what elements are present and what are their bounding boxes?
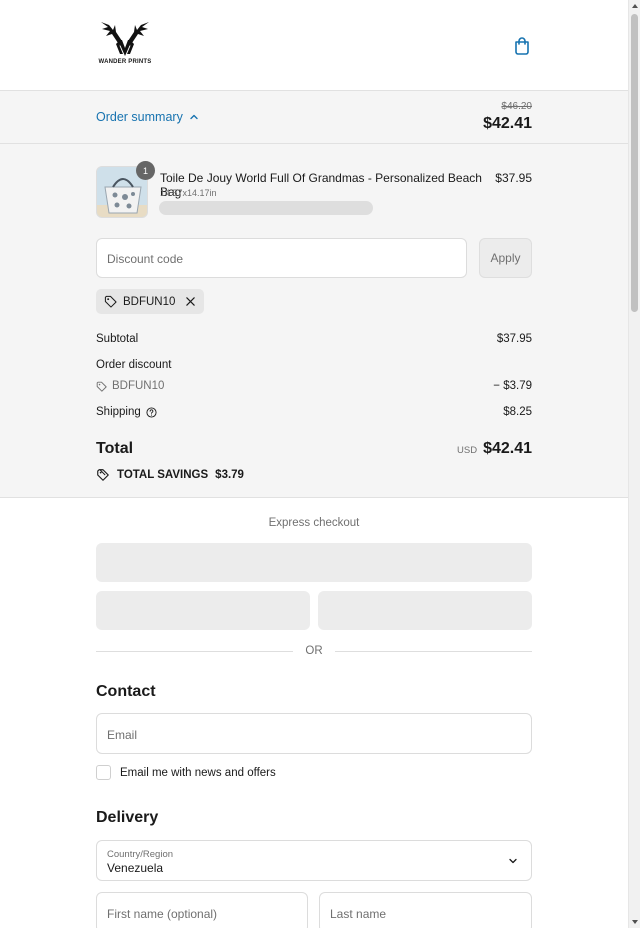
email-field[interactable]: Email	[96, 713, 532, 754]
shipping-value: $8.25	[503, 406, 532, 418]
country-select[interactable]: Country/Region Venezuela	[96, 840, 532, 881]
applied-discount-chip: BDFUN10	[96, 289, 205, 314]
summary-total-price: $42.41	[483, 115, 532, 132]
product-loading-skeleton	[159, 201, 373, 215]
contact-heading: Contact	[96, 683, 156, 700]
email-placeholder: Email	[107, 728, 138, 742]
checkout-page: WANDER PRINTS Order summary $46.20 $42.4…	[0, 0, 628, 928]
subtotal-line: Subtotal $37.95	[96, 333, 532, 345]
product-variant: 14.57x14.17in	[160, 188, 217, 198]
country-label: Country/Region	[107, 849, 174, 860]
close-icon[interactable]	[185, 296, 196, 307]
discount-code-line: BDFUN10 − $3.79	[96, 380, 532, 392]
order-summary: Order summary $46.20 $42.41	[0, 91, 628, 498]
last-name-placeholder: Last name	[330, 907, 387, 921]
newsletter-checkbox[interactable]	[96, 765, 111, 780]
total-line: Total USD $42.41	[96, 440, 532, 458]
applied-discount-code: BDFUN10	[123, 295, 176, 308]
order-summary-toggle-label[interactable]: Order summary	[96, 110, 199, 124]
total-savings: TOTAL SAVINGS $3.79	[96, 468, 244, 482]
shopping-bag-icon[interactable]	[512, 36, 532, 56]
total-amount: $42.41	[483, 440, 532, 457]
express-checkout-label: Express checkout	[268, 517, 360, 529]
express-pay-button-right[interactable]	[318, 591, 532, 630]
help-circle-icon[interactable]	[146, 406, 157, 418]
discount-code-input[interactable]: Discount code	[96, 238, 467, 278]
or-label: OR	[305, 645, 323, 657]
antlers-logo-icon	[101, 22, 149, 56]
discount-row: Discount code Apply	[96, 238, 532, 278]
brand-logo[interactable]: WANDER PRINTS	[96, 22, 154, 68]
discount-code-label: BDFUN10	[112, 380, 165, 392]
newsletter-label: Email me with news and offers	[120, 766, 276, 779]
scroll-down-arrow[interactable]	[632, 920, 638, 924]
subtotal-value: $37.95	[496, 333, 532, 345]
express-pay-button-left[interactable]	[96, 591, 310, 630]
divider-rule	[334, 650, 532, 652]
shipping-label: Shipping	[96, 406, 141, 418]
first-name-field[interactable]: First name (optional)	[96, 892, 308, 928]
compare-at-price: $46.20	[501, 101, 532, 112]
tag-icon	[104, 295, 117, 308]
order-discount-line: Order discount	[96, 359, 532, 371]
or-divider: OR	[96, 645, 532, 657]
country-value: Venezuela	[107, 861, 164, 875]
scrollbar[interactable]	[628, 0, 640, 928]
savings-label: TOTAL SAVINGS	[117, 469, 209, 481]
divider-rule	[96, 650, 294, 652]
savings-value: $3.79	[215, 469, 244, 481]
order-discount-label: Order discount	[96, 359, 172, 371]
chevron-down-icon	[509, 858, 517, 864]
subtotal-label: Subtotal	[96, 333, 139, 345]
tag-icon	[96, 381, 107, 392]
discount-value: − $3.79	[493, 380, 532, 392]
savings-tag-icon	[97, 469, 109, 481]
header: WANDER PRINTS	[0, 0, 628, 91]
delivery-heading: Delivery	[96, 809, 159, 826]
order-summary-toggle[interactable]: Order summary $46.20 $42.41	[0, 91, 628, 144]
quantity-badge: 1	[136, 161, 155, 180]
chevron-up-icon	[190, 114, 198, 120]
total-label: Total	[96, 440, 134, 457]
scroll-up-arrow[interactable]	[632, 4, 638, 8]
newsletter-option[interactable]: Email me with news and offers	[96, 765, 276, 780]
scrollbar-thumb[interactable]	[631, 14, 638, 312]
product-price: $37.95	[495, 171, 532, 185]
order-summary-label: Order summary	[96, 110, 183, 124]
last-name-field[interactable]: Last name	[319, 892, 532, 928]
shipping-line: Shipping $8.25	[96, 406, 532, 418]
brand-name: WANDER PRINTS	[98, 59, 152, 65]
currency-code: USD	[457, 445, 478, 456]
first-name-placeholder: First name (optional)	[107, 907, 218, 921]
apply-discount-button[interactable]: Apply	[479, 238, 532, 278]
express-pay-button-primary[interactable]	[96, 543, 532, 582]
